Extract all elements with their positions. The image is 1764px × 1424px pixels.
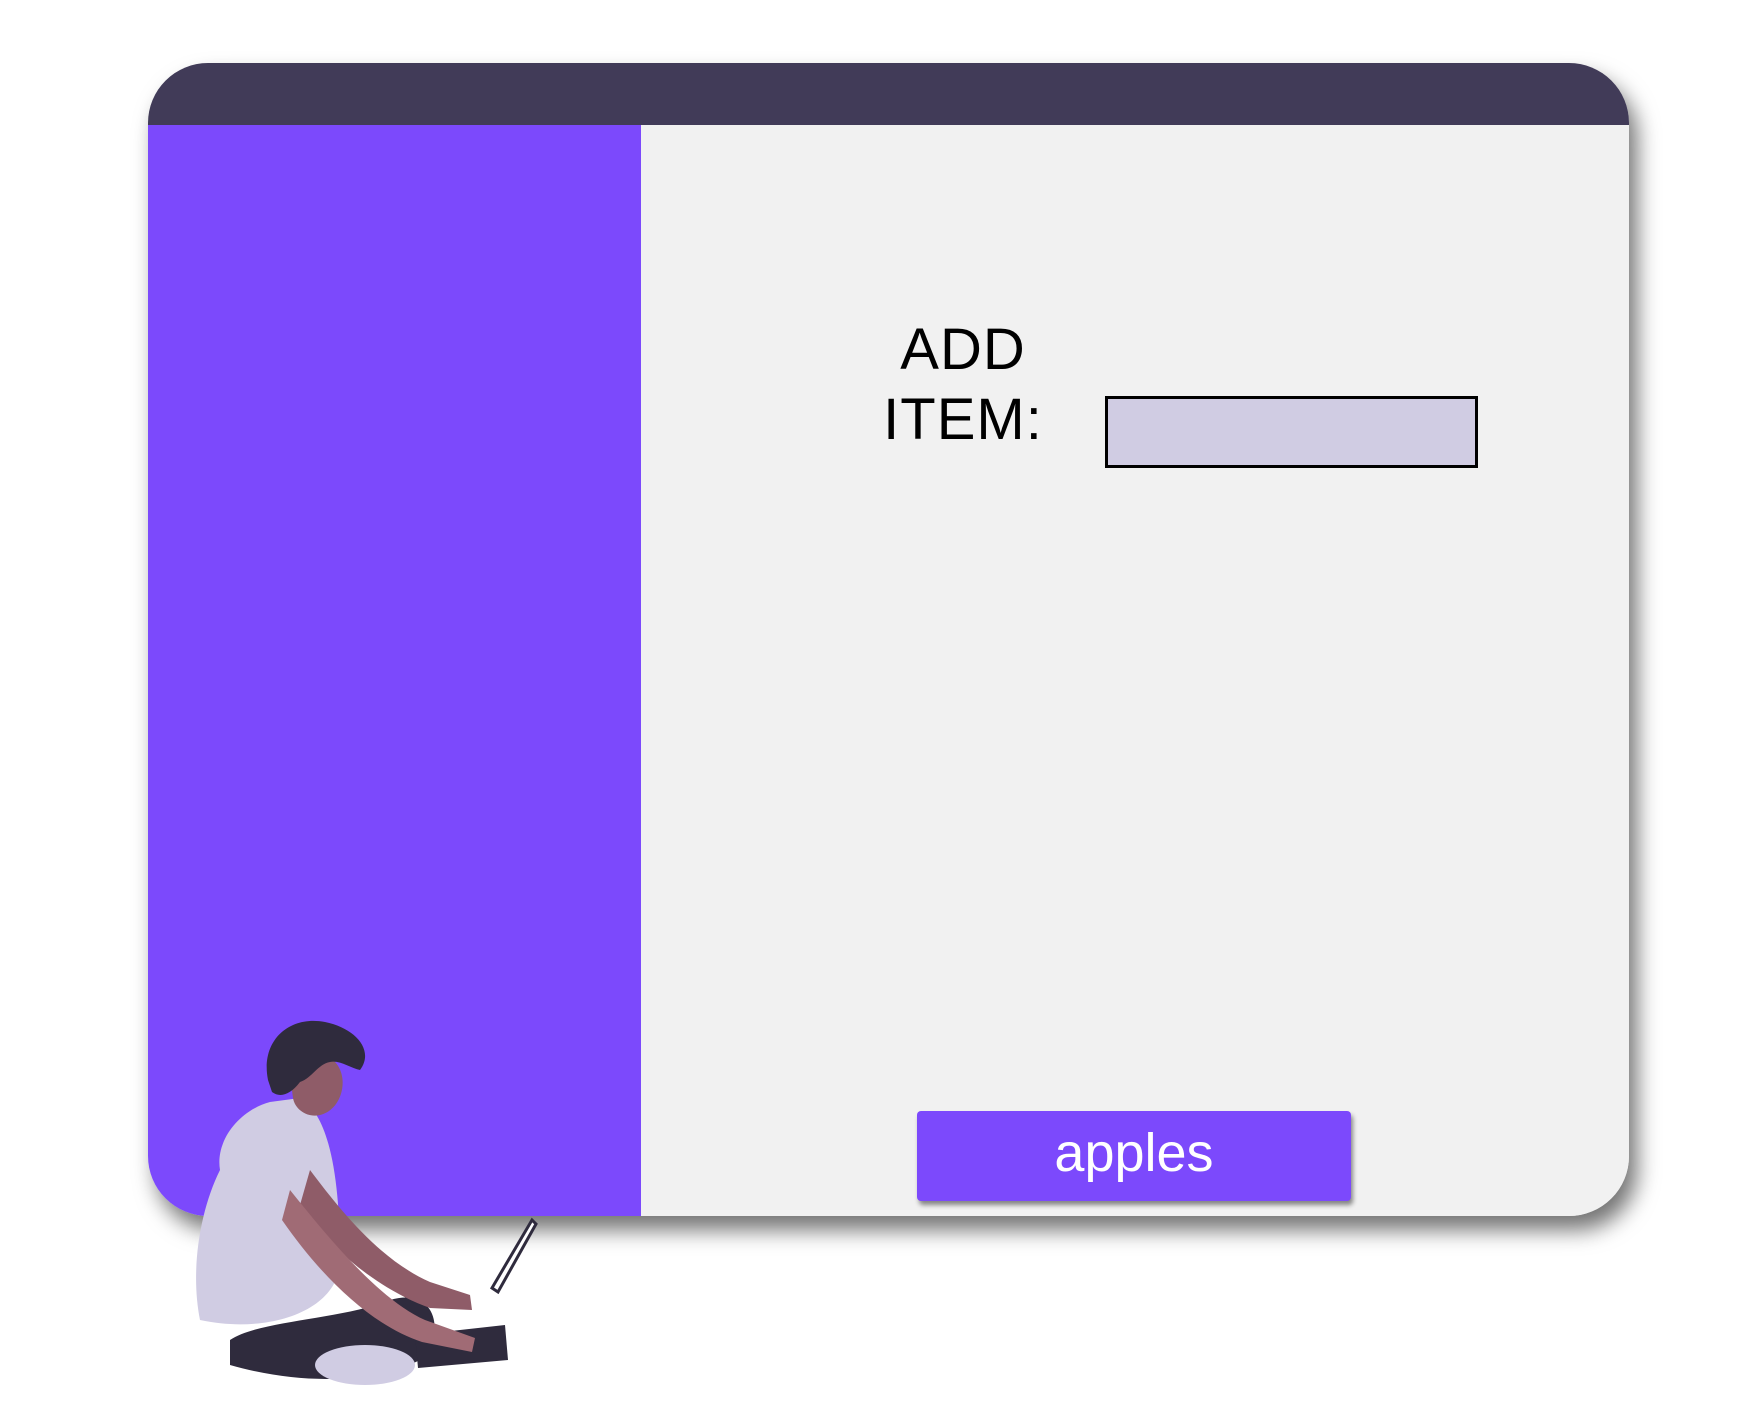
person-with-laptop-illustration [196, 1020, 538, 1385]
person-shoe [315, 1345, 415, 1385]
add-item-label: ADD ITEM: [883, 315, 1043, 455]
title-bar [148, 63, 1629, 125]
laptop-screen [489, 1217, 538, 1295]
item-button-apples[interactable]: apples [917, 1111, 1351, 1201]
main-panel: ADD ITEM: apples [641, 125, 1629, 1216]
add-item-label-line1: ADD [900, 317, 1026, 382]
add-item-input[interactable] [1105, 396, 1478, 468]
add-item-label-line2: ITEM: [883, 387, 1043, 452]
app-stage: ADD ITEM: apples [0, 0, 1764, 1424]
